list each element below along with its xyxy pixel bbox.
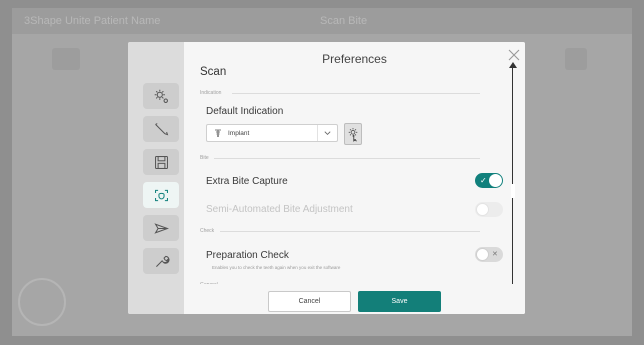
section-title: Scan (200, 66, 227, 78)
semi-automated-bite-adjustment-toggle[interactable] (475, 202, 503, 217)
gear-settings-icon (154, 89, 168, 103)
background-panel (565, 48, 587, 70)
send-icon (153, 222, 169, 234)
sidebar-item-save[interactable] (143, 149, 179, 175)
extra-bite-capture-label: Extra Bite Capture (206, 176, 288, 187)
preferences-content: Preferences Scan Indication Default Indi… (184, 42, 525, 314)
chevron-down-icon (317, 125, 337, 141)
scroll-thumb[interactable] (511, 184, 515, 198)
default-indication-label: Default Indication (206, 106, 284, 117)
scroll-track (512, 68, 513, 284)
sidebar-item-scan[interactable] (143, 182, 179, 208)
dialog-footer: Cancel Save (184, 284, 525, 314)
scroll-up-arrow-icon[interactable] (509, 62, 517, 68)
semi-automated-bite-adjustment-label: Semi-Automated Bite Adjustment (206, 204, 353, 215)
default-indication-select[interactable]: Implant (206, 124, 338, 142)
preferences-dialog: Preferences Scan Indication Default Indi… (128, 42, 525, 314)
group-divider (232, 93, 480, 94)
preparation-check-description: Enables you to check the teeth again whe… (212, 265, 341, 270)
background-avatar (18, 278, 66, 326)
group-label-check: Check (200, 228, 215, 234)
background-app-title: 3Shape Unite Patient Name (24, 15, 161, 27)
gear-icon (348, 128, 358, 142)
group-label-bite: Bite (200, 155, 209, 161)
check-icon: ✓ (480, 176, 487, 185)
background-panel (52, 48, 80, 70)
x-icon: ✕ (492, 251, 498, 258)
close-icon[interactable] (507, 48, 521, 62)
preparation-check-label: Preparation Check (206, 250, 289, 261)
sidebar-item-tools[interactable] (143, 248, 179, 274)
extra-bite-capture-toggle[interactable]: ✓ (475, 173, 503, 188)
implant-icon (215, 129, 221, 137)
group-divider (220, 231, 480, 232)
wrench-icon (155, 255, 169, 267)
dialog-title: Preferences (322, 52, 387, 66)
save-button[interactable]: Save (358, 291, 441, 312)
group-divider (214, 158, 480, 159)
preparation-check-toggle[interactable]: ✕ (475, 247, 503, 262)
indication-settings-button[interactable] (344, 123, 362, 145)
sidebar-item-general-settings[interactable] (143, 83, 179, 109)
background-topbar: 3Shape Unite Patient Name Scan Bite (12, 8, 632, 34)
sidebar-item-send[interactable] (143, 215, 179, 241)
scrollbar[interactable] (509, 62, 517, 292)
cancel-button[interactable]: Cancel (268, 291, 351, 312)
background-center-title: Scan Bite (320, 15, 368, 27)
scan-icon (154, 189, 168, 201)
floppy-disk-icon (154, 155, 168, 169)
group-label-indication: Indication (200, 90, 222, 96)
pen-icon (154, 122, 168, 135)
preferences-sidebar (128, 42, 184, 314)
default-indication-value: Implant (228, 129, 250, 137)
sidebar-item-design[interactable] (143, 116, 179, 142)
